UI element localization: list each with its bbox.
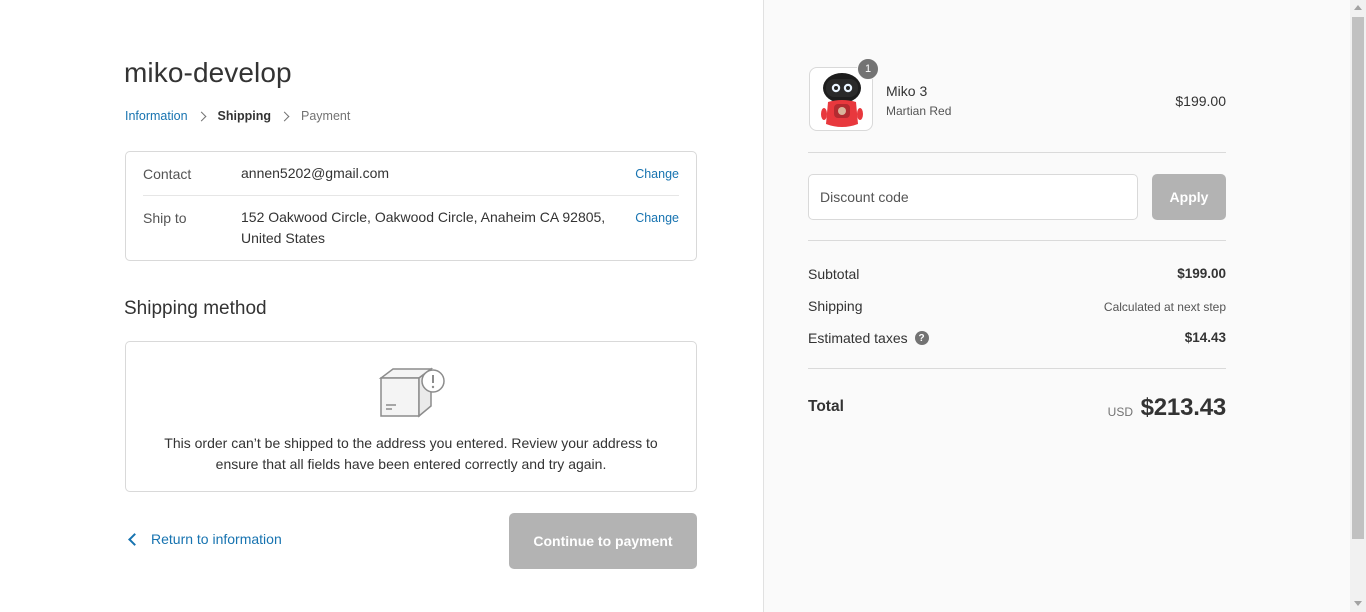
ship-to-label: Ship to [143, 210, 187, 226]
return-to-information-link[interactable]: Return to information [125, 531, 282, 547]
chevron-right-icon [196, 111, 206, 121]
miko-robot-image [821, 73, 863, 127]
change-contact-link[interactable]: Change [635, 167, 679, 181]
shipping-method-title: Shipping method [124, 298, 267, 319]
breadcrumb-information[interactable]: Information [125, 109, 188, 123]
chevron-right-icon [279, 111, 290, 121]
taxes-label: Estimated taxes [808, 330, 908, 346]
scroll-down-arrow-icon[interactable] [1354, 601, 1362, 606]
total-label: Total [808, 398, 844, 415]
product-name: Miko 3 [886, 83, 928, 99]
discount-code-input[interactable] [808, 174, 1138, 220]
chevron-left-icon [128, 532, 141, 546]
shipping-method-notice: This order can’t be shipped to the addre… [125, 341, 697, 492]
taxes-value: $14.43 [1184, 330, 1226, 345]
taxes-row: Estimated taxes ? $14.43 [808, 330, 1226, 350]
quantity-badge: 1 [857, 58, 879, 80]
product-thumbnail: 1 [809, 58, 879, 131]
continue-to-payment-button[interactable]: Continue to payment [509, 513, 697, 569]
subtotal-value: $199.00 [1177, 266, 1226, 281]
subtotal-label: Subtotal [808, 266, 860, 282]
total-amount: $213.43 [1140, 394, 1227, 421]
order-summary: 1 Miko 3 Martian Red $199.00 Apply Subto… [763, 0, 1350, 612]
divider [808, 152, 1226, 153]
review-block: Contact annen5202@gmail.com Change Ship … [125, 151, 697, 261]
contact-label: Contact [143, 166, 192, 182]
package-alert-icon [378, 367, 445, 418]
scrollbar-thumb[interactable] [1352, 17, 1364, 539]
product-variant: Martian Red [886, 104, 952, 118]
store-name[interactable]: miko-develop [124, 57, 292, 89]
breadcrumb-shipping: Shipping [217, 109, 271, 123]
change-ship-to-link[interactable]: Change [635, 211, 679, 225]
scroll-up-arrow-icon[interactable] [1354, 5, 1362, 10]
subtotal-row: Subtotal $199.00 [808, 266, 1226, 286]
shipping-value: Calculated at next step [1103, 300, 1226, 314]
product-price: $199.00 [1175, 93, 1226, 109]
contact-value: annen5202@gmail.com [241, 165, 390, 181]
breadcrumb: Information Shipping Payment [125, 109, 350, 123]
ship-to-value: 152 Oakwood Circle, Oakwood Circle, Anah… [241, 209, 606, 246]
shipping-error-message: This order can’t be shipped to the addre… [164, 435, 658, 472]
breadcrumb-payment: Payment [301, 109, 351, 123]
checkout-main: miko-develop Information Shipping Paymen… [0, 0, 763, 612]
divider [808, 368, 1226, 369]
help-icon[interactable]: ? [914, 331, 929, 345]
apply-discount-button[interactable]: Apply [1152, 174, 1226, 220]
total-currency: USD [1107, 405, 1133, 419]
vertical-scrollbar[interactable] [1350, 0, 1366, 612]
divider [808, 240, 1226, 241]
contact-row: Contact annen5202@gmail.com Change [143, 165, 679, 196]
return-label: Return to information [151, 531, 282, 547]
shipping-row: Shipping Calculated at next step [808, 298, 1226, 318]
shipping-label: Shipping [808, 298, 863, 314]
taxes-label-group: Estimated taxes ? [808, 330, 929, 346]
